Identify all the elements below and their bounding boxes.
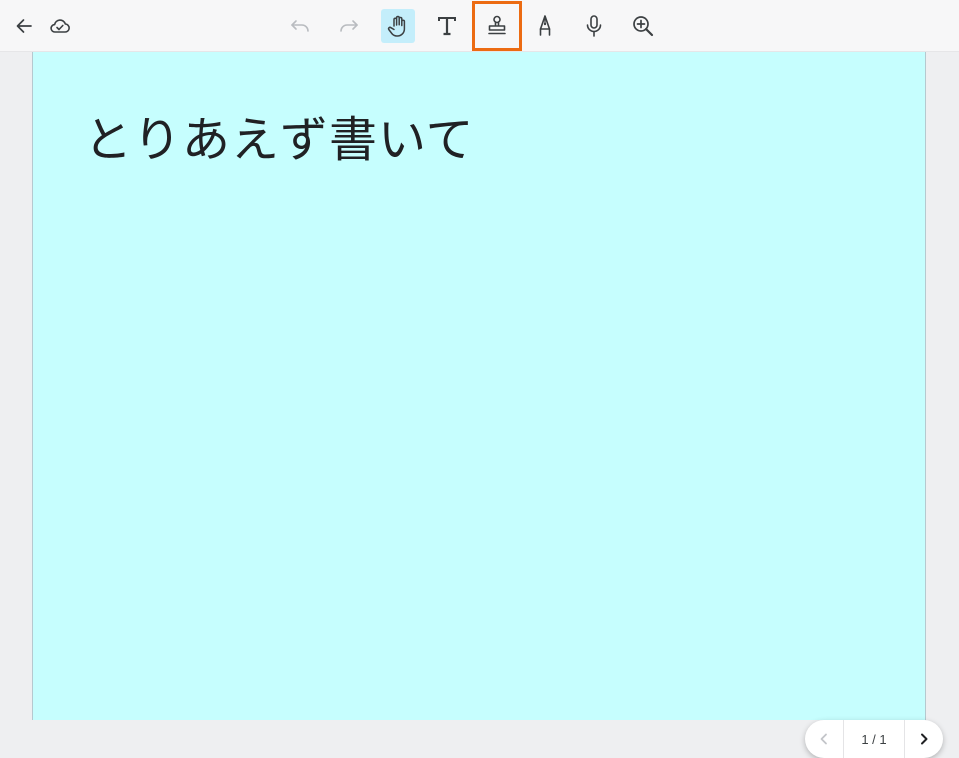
hand-icon: [387, 15, 406, 37]
hand-tool-button[interactable]: [381, 9, 415, 43]
stamp-tool-button[interactable]: [472, 1, 522, 51]
toolbar: [0, 0, 959, 52]
canvas-text[interactable]: とりあえず書いて: [84, 100, 475, 170]
pen-nib-icon: [539, 15, 551, 36]
back-arrow-icon: [16, 19, 32, 33]
redo-icon: [340, 20, 358, 32]
microphone-icon: [586, 15, 602, 37]
cloud-sync-icon: [50, 19, 70, 33]
voice-input-button[interactable]: [577, 9, 611, 43]
back-button[interactable]: [7, 9, 41, 43]
chevron-left-icon: [820, 733, 827, 745]
page-indicator: 1 / 1: [861, 731, 887, 747]
chevron-right-icon: [921, 733, 928, 745]
pen-tool-button[interactable]: [528, 9, 562, 43]
redo-button[interactable]: [332, 9, 366, 43]
page-navigator: 1 / 1: [805, 720, 943, 758]
text-tool-button[interactable]: [430, 9, 464, 43]
canvas-page[interactable]: とりあえず書いて 1 / 1: [32, 52, 943, 758]
zoom-in-icon: [633, 16, 654, 37]
next-page-button[interactable]: [905, 720, 943, 758]
undo-button[interactable]: [283, 9, 317, 43]
zoom-in-button[interactable]: [626, 9, 660, 43]
text-T-icon: [438, 17, 456, 36]
undo-icon: [291, 20, 309, 32]
stamp-icon: [488, 15, 506, 35]
prev-page-button[interactable]: [805, 720, 843, 758]
sync-status-button[interactable]: [43, 9, 77, 43]
